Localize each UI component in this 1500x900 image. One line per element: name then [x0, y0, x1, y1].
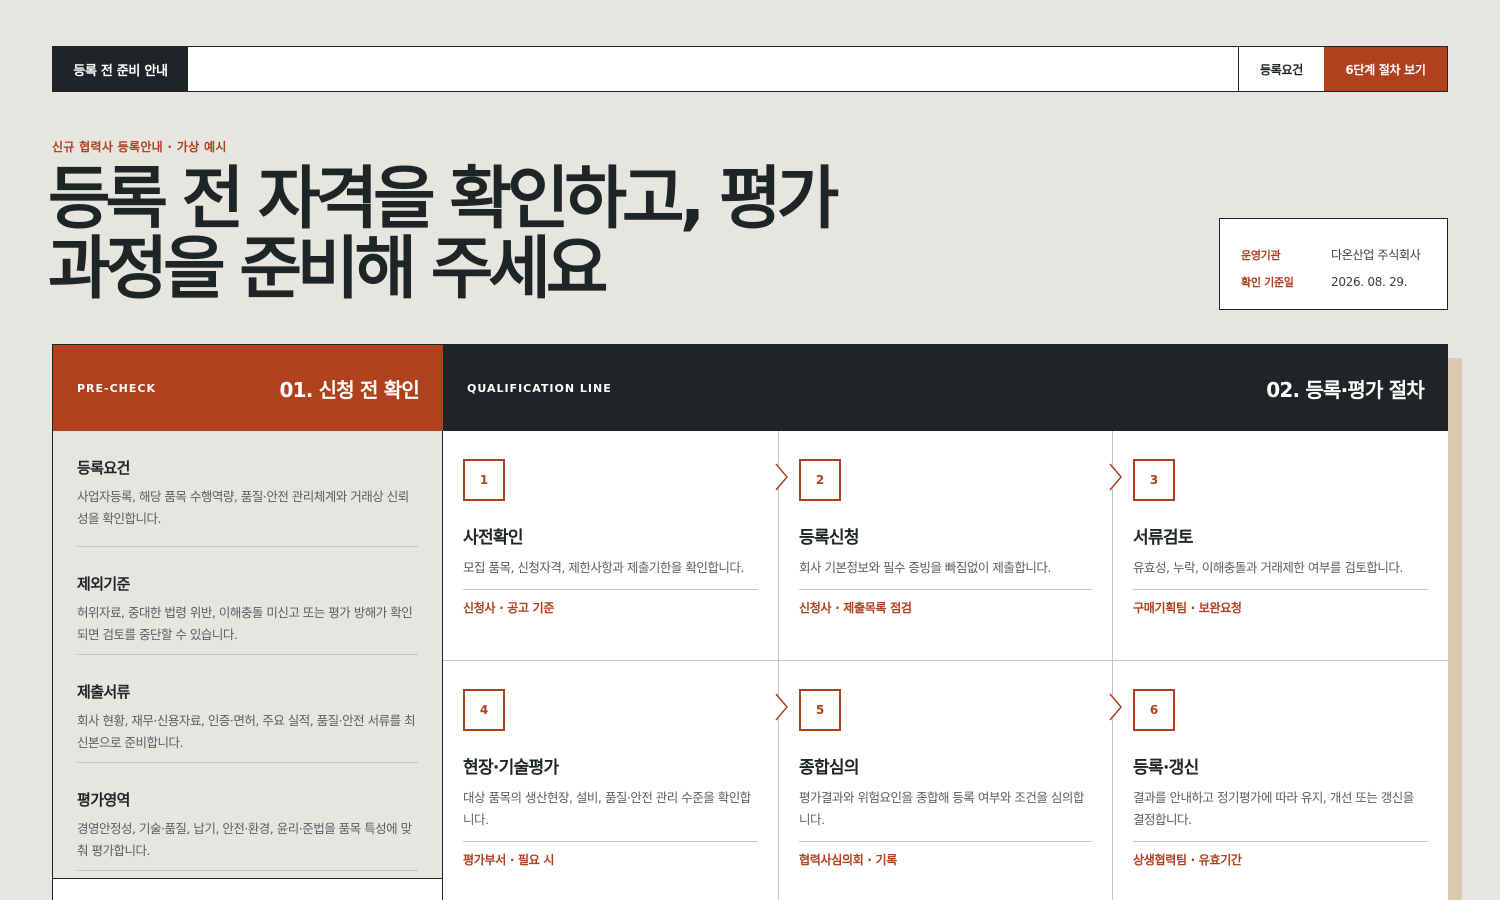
step-meta: 협력사심의회 · 기록	[799, 853, 897, 867]
step-meta: 구매기획팀 · 보완요청	[1133, 601, 1242, 615]
precheck-item-title: 등록요건	[77, 459, 130, 477]
process-step: 3 서류검토 유효성, 누락, 이해충돌과 거래제한 여부를 검토합니다. 구매…	[1109, 431, 1448, 661]
process-step: 4 현장·기술평가 대상 품목의 생산현장, 설비, 품질·안전 관리 수준을 …	[443, 661, 778, 900]
step-title: 사전확인	[463, 528, 523, 548]
step-meta: 평가부서 · 필요 시	[463, 853, 555, 867]
process-title: 02. 등록·평가 절차	[1266, 377, 1425, 402]
step-number-badge: 6	[1133, 689, 1175, 731]
step-meta: 신청사 · 공고 기준	[463, 601, 555, 615]
panel-shadow	[1448, 358, 1462, 900]
precheck-header: PRE-CHECK 01. 신청 전 확인	[53, 345, 443, 431]
step-title: 등록신청	[799, 528, 859, 548]
precheck-title: 01. 신청 전 확인	[279, 377, 419, 402]
page-title-line-2: 과정을 준비해 주세요	[48, 230, 608, 309]
step-number-badge: 2	[799, 459, 841, 501]
page-title-line-1: 등록 전 자격을 확인하고, 평가	[48, 160, 839, 239]
info-row-operator: 운영기관 다온산업 주식회사	[1241, 241, 1427, 268]
precheck-footer	[53, 879, 443, 900]
precheck-item-title: 제출서류	[77, 683, 130, 701]
hero-eyebrow: 신규 협력사 등록안내 · 가상 예시	[52, 140, 227, 154]
step-meta: 신청사 · 제출목록 점검	[799, 601, 912, 615]
info-row-date: 확인 기준일 2026. 08. 29.	[1241, 268, 1427, 295]
step-desc: 평가결과와 위험요인을 종합해 등록 여부와 조건을 심의합니다.	[799, 787, 1092, 842]
process-step: 2 등록신청 회사 기본정보와 필수 증빙을 빠짐없이 제출합니다. 신청사 ·…	[775, 431, 1112, 661]
precheck-item: 평가영역 경영안정성, 기술·품질, 납기, 안전·환경, 윤리·준법을 품목 …	[77, 763, 418, 871]
process-step: 6 등록·갱신 결과를 안내하고 정기평가에 따라 유지, 개선 또는 갱신을 …	[1109, 661, 1448, 900]
nav-brand[interactable]: 등록 전 준비 안내	[53, 47, 188, 91]
precheck-item-title: 제외기준	[77, 575, 130, 593]
chevron-right-icon	[1109, 463, 1122, 491]
precheck-item: 등록요건 사업자등록, 해당 품목 수행역량, 품질·안전 관리체계와 거래상 …	[77, 431, 418, 547]
step-meta: 상생협력팀 · 유효기간	[1133, 853, 1242, 867]
precheck-item-title: 평가영역	[77, 791, 130, 809]
top-nav-bar: 등록 전 준비 안내 등록요건 6단계 절차 보기	[52, 46, 1448, 92]
step-title: 현장·기술평가	[463, 758, 559, 778]
step-number-badge: 1	[463, 459, 505, 501]
info-box: 운영기관 다온산업 주식회사 확인 기준일 2026. 08. 29.	[1219, 218, 1448, 310]
precheck-item-desc: 경영안정성, 기술·품질, 납기, 안전·환경, 윤리·준법을 품목 특성에 맞…	[77, 821, 412, 858]
nav-requirements-link[interactable]: 등록요건	[1238, 47, 1324, 91]
chevron-right-icon	[775, 693, 788, 721]
process-tag: QUALIFICATION LINE	[467, 381, 612, 395]
main-panel: PRE-CHECK 01. 신청 전 확인 QUALIFICATION LINE…	[52, 344, 1448, 900]
date-value: 2026. 08. 29.	[1331, 274, 1408, 289]
page-title: 등록 전 자격을 확인하고, 평가 과정을 준비해 주세요	[48, 165, 848, 305]
step-title: 등록·갱신	[1133, 758, 1199, 778]
process-header: QUALIFICATION LINE 02. 등록·평가 절차	[443, 345, 1448, 431]
precheck-item-desc: 회사 현황, 재무·신용자료, 인증·면허, 주요 실적, 품질·안전 서류를 …	[77, 713, 416, 750]
precheck-item-desc: 허위자료, 중대한 법령 위반, 이해충돌 미신고 또는 평가 방해가 확인되면…	[77, 605, 413, 642]
step-desc: 대상 품목의 생산현장, 설비, 품질·안전 관리 수준을 확인합니다.	[463, 787, 758, 842]
view-process-button[interactable]: 6단계 절차 보기	[1324, 47, 1447, 91]
process-step: 1 사전확인 모집 품목, 신청자격, 제한사항과 제출기한을 확인합니다. 신…	[443, 431, 778, 661]
operator-label: 운영기관	[1241, 248, 1281, 262]
step-number-badge: 3	[1133, 459, 1175, 501]
step-title: 종합심의	[799, 758, 859, 778]
precheck-item-desc: 사업자등록, 해당 품목 수행역량, 품질·안전 관리체계와 거래상 신뢰성을 …	[77, 489, 409, 526]
step-number-badge: 5	[799, 689, 841, 731]
step-title: 서류검토	[1133, 528, 1193, 548]
process-step: 5 종합심의 평가결과와 위험요인을 종합해 등록 여부와 조건을 심의합니다.…	[775, 661, 1112, 900]
precheck-item: 제외기준 허위자료, 중대한 법령 위반, 이해충돌 미신고 또는 평가 방해가…	[77, 547, 418, 655]
chevron-right-icon	[775, 463, 788, 491]
step-desc: 회사 기본정보와 필수 증빙을 빠짐없이 제출합니다.	[799, 557, 1092, 590]
operator-value: 다온산업 주식회사	[1331, 248, 1421, 262]
date-label: 확인 기준일	[1241, 275, 1294, 289]
chevron-right-icon	[1109, 693, 1122, 721]
precheck-list: 등록요건 사업자등록, 해당 품목 수행역량, 품질·안전 관리체계와 거래상 …	[53, 431, 443, 879]
step-number-badge: 4	[463, 689, 505, 731]
step-desc: 결과를 안내하고 정기평가에 따라 유지, 개선 또는 갱신을 결정합니다.	[1133, 787, 1428, 842]
precheck-item: 제출서류 회사 현황, 재무·신용자료, 인증·면허, 주요 실적, 품질·안전…	[77, 655, 418, 763]
step-desc: 모집 품목, 신청자격, 제한사항과 제출기한을 확인합니다.	[463, 557, 758, 590]
step-desc: 유효성, 누락, 이해충돌과 거래제한 여부를 검토합니다.	[1133, 557, 1428, 590]
process-steps-grid: 1 사전확인 모집 품목, 신청자격, 제한사항과 제출기한을 확인합니다. 신…	[443, 431, 1448, 900]
precheck-tag: PRE-CHECK	[77, 381, 157, 395]
